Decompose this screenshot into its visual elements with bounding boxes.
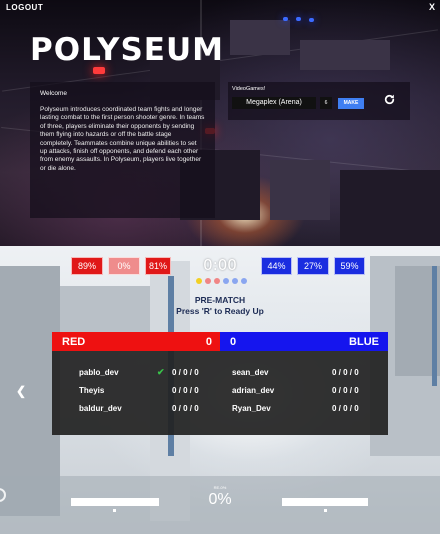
blue-team-label: BLUE (349, 335, 379, 348)
player-kda: 0 / 0 / 0 (332, 385, 359, 395)
self-damage-percent: 0% (208, 491, 232, 508)
right-ability-marker (324, 509, 327, 512)
ready-dot (232, 278, 238, 284)
chevron-left-icon[interactable]: ❮ (16, 384, 26, 398)
ready-dot (196, 278, 202, 284)
arena-pillar (432, 266, 437, 386)
match-timer: 0:00 (203, 256, 237, 274)
lobby-panel: LOGOUT X POLYSEUM Welcome Polyseum intro… (0, 0, 440, 246)
game-view: 89% 0% 81% 0:00 44% 27% 59% PRE-MATCH Pr… (0, 246, 440, 534)
player-count-field[interactable]: 6 (320, 97, 332, 109)
close-button[interactable]: X (429, 2, 435, 12)
match-status-title: PRE-MATCH (194, 295, 246, 305)
right-ability-bar (282, 498, 368, 506)
game-title: POLYSEUM (30, 32, 224, 68)
scoreboard-header: RED 0 0 BLUE (52, 332, 388, 351)
make-button[interactable]: MAKE (338, 97, 364, 109)
player-kda: 0 / 0 / 0 (332, 403, 359, 413)
red-team-label: RED (62, 335, 86, 348)
red-team-header: RED 0 (52, 332, 220, 351)
blue-light (283, 17, 288, 21)
player-row: adrian_dev 0 / 0 / 0 (220, 381, 388, 399)
arena-block (270, 160, 330, 220)
arena-block (230, 20, 290, 55)
player-name: sean_dev (232, 367, 269, 377)
player-kda: 0 / 0 / 0 (172, 385, 199, 395)
blue-player-1-damage: 44% (261, 257, 292, 275)
scoreboard-body: pablo_dev ✔ 0 / 0 / 0 Theyis 0 / 0 / 0 b… (52, 351, 388, 435)
player-row: Ryan_Dev 0 / 0 / 0 (220, 399, 388, 417)
ready-dot (223, 278, 229, 284)
left-ability-bar (71, 498, 159, 506)
refresh-icon[interactable] (383, 93, 396, 106)
logout-button[interactable]: LOGOUT (6, 3, 43, 12)
blue-light (309, 18, 314, 22)
ready-dot (214, 278, 220, 284)
red-player-1-damage: 89% (71, 257, 103, 275)
player-name: Ryan_Dev (232, 403, 271, 413)
player-name: baldur_dev (79, 403, 122, 413)
player-name: adrian_dev (232, 385, 275, 395)
blue-light (296, 17, 301, 21)
blue-team-header: 0 BLUE (220, 332, 388, 351)
blue-team-score: 0 (230, 335, 237, 348)
player-kda: 0 / 0 / 0 (332, 367, 359, 377)
red-light (93, 67, 105, 74)
blue-player-2-damage: 27% (297, 257, 329, 275)
blue-team-roster: sean_dev 0 / 0 / 0 adrian_dev 0 / 0 / 0 … (220, 351, 388, 435)
player-name: pablo_dev (79, 367, 119, 377)
welcome-text: Polyseum introduces coordinated team fig… (40, 106, 205, 172)
blue-player-3-damage: 59% (334, 257, 365, 275)
player-ready-dots (196, 278, 247, 284)
welcome-panel: Welcome Polyseum introduces coordinated … (30, 82, 215, 218)
welcome-heading: Welcome (40, 90, 67, 97)
player-name: Theyis (79, 385, 105, 395)
match-setup-row: Megaplex (Arena) 6 MAKE (232, 97, 406, 109)
arena-select[interactable]: Megaplex (Arena) (232, 97, 316, 109)
player-kda: 0 / 0 / 0 (172, 367, 199, 377)
red-team-roster: pablo_dev ✔ 0 / 0 / 0 Theyis 0 / 0 / 0 b… (52, 351, 220, 435)
ready-check-icon: ✔ (157, 366, 165, 377)
ready-dot (241, 278, 247, 284)
player-row: Theyis 0 / 0 / 0 (52, 381, 220, 399)
arena-block (340, 170, 440, 246)
player-row: baldur_dev 0 / 0 / 0 (52, 399, 220, 417)
left-ability-marker (113, 509, 116, 512)
red-team-score: 0 (205, 335, 212, 348)
server-name: VideoGames! (232, 86, 266, 92)
arena-block (300, 40, 390, 70)
player-kda: 0 / 0 / 0 (172, 403, 199, 413)
ready-dot (205, 278, 211, 284)
red-player-3-damage: 81% (145, 257, 171, 275)
player-row: pablo_dev ✔ 0 / 0 / 0 (52, 363, 220, 381)
player-row: sean_dev 0 / 0 / 0 (220, 363, 388, 381)
scoreboard: RED 0 0 BLUE pablo_dev ✔ 0 / 0 / 0 Theyi… (52, 332, 388, 435)
charge-label: RE-0% (213, 485, 227, 490)
ready-up-prompt: Press 'R' to Ready Up (176, 306, 264, 316)
red-player-2-damage: 0% (108, 257, 140, 275)
